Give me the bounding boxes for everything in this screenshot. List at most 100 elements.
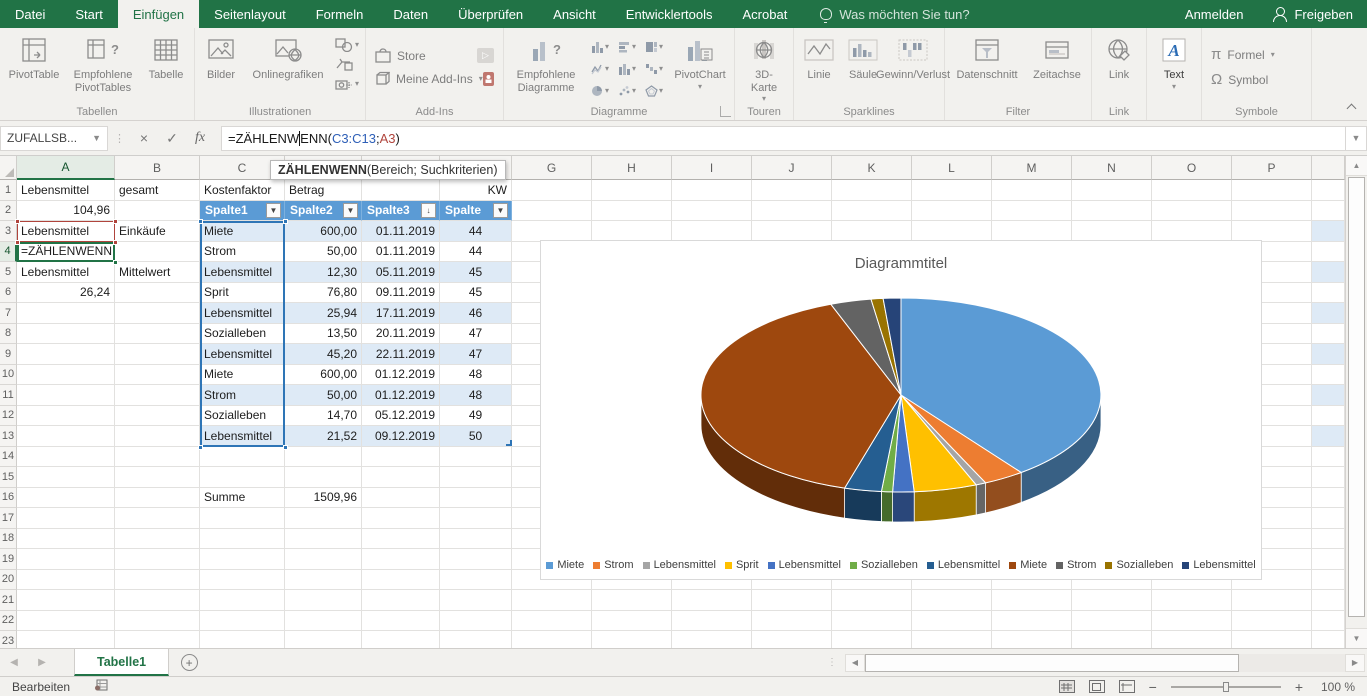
hierarchy-chart-icon[interactable]: ▾ <box>641 36 667 57</box>
cell-A7[interactable] <box>17 303 115 324</box>
row-header-1[interactable]: 1 <box>0 180 17 201</box>
store-button[interactable]: Store <box>375 48 426 63</box>
cell-H1[interactable] <box>592 180 672 201</box>
cell-E23[interactable] <box>362 631 440 648</box>
cell-O22[interactable] <box>1152 611 1232 632</box>
screenshot-button[interactable]: ▾ <box>335 74 359 93</box>
cell-C6[interactable]: Sprit <box>200 283 285 304</box>
legend-item[interactable]: Sozialleben <box>850 559 918 571</box>
cell-A14[interactable] <box>17 447 115 468</box>
sheet-tab-tabelle1[interactable]: Tabelle1 <box>74 649 169 676</box>
cell-E18[interactable] <box>362 529 440 550</box>
legend-item[interactable]: Lebensmittel <box>768 559 841 571</box>
combo-chart-icon[interactable]: ▾ <box>587 58 613 79</box>
column-header-N[interactable]: N <box>1072 156 1152 180</box>
table-button[interactable]: Tabelle <box>141 31 191 82</box>
cell-E15[interactable] <box>362 467 440 488</box>
insert-function-button[interactable]: fx <box>187 126 213 151</box>
formula-input[interactable]: =ZÄHLENWENN(C3:C13;A3) <box>221 126 1345 151</box>
ribbon-tab-ueberpruefen[interactable]: Überprüfen <box>443 0 538 28</box>
cell-K3[interactable] <box>832 221 912 242</box>
row-header-17[interactable]: 17 <box>0 508 17 529</box>
cell-D9[interactable]: 45,20 <box>285 344 362 365</box>
cell-I1[interactable] <box>672 180 752 201</box>
cell-C13[interactable]: Lebensmittel <box>200 426 285 447</box>
tell-me-box[interactable]: Was möchten Sie tun? <box>820 0 969 28</box>
my-addins-button[interactable]: Meine Add-Ins▾ <box>375 71 483 86</box>
ribbon-tab-einfuegen[interactable]: Einfügen <box>118 0 199 28</box>
cell-I23[interactable] <box>672 631 752 648</box>
cell-H3[interactable] <box>592 221 672 242</box>
cell-M3[interactable] <box>992 221 1072 242</box>
ribbon-tab-formeln[interactable]: Formeln <box>301 0 379 28</box>
cell-E1[interactable] <box>362 180 440 201</box>
cell-P1[interactable] <box>1232 180 1312 201</box>
cell-D16[interactable]: 1509,96 <box>285 488 362 509</box>
cell-C4[interactable]: Strom <box>200 242 285 263</box>
cell-D14[interactable] <box>285 447 362 468</box>
zoom-in-button[interactable]: + <box>1295 679 1303 695</box>
row-header-18[interactable]: 18 <box>0 529 17 550</box>
cell-D3[interactable]: 600,00 <box>285 221 362 242</box>
cell-P3[interactable] <box>1232 221 1312 242</box>
row-header-11[interactable]: 11 <box>0 385 17 406</box>
cell-A15[interactable] <box>17 467 115 488</box>
cell-B20[interactable] <box>115 570 200 591</box>
cell-K2[interactable] <box>832 201 912 222</box>
cell-E10[interactable]: 01.12.2019 <box>362 365 440 386</box>
cell-F2[interactable]: Spalte▼ <box>440 201 512 222</box>
cell-partial[interactable] <box>1312 426 1345 447</box>
cell-D11[interactable]: 50,00 <box>285 385 362 406</box>
cell-partial[interactable] <box>1312 508 1345 529</box>
cell-F17[interactable] <box>440 508 512 529</box>
cell-L22[interactable] <box>912 611 992 632</box>
scatter-chart-icon[interactable]: ▾ <box>614 80 640 101</box>
column-header-partial[interactable] <box>1312 156 1345 180</box>
cell-A12[interactable] <box>17 406 115 427</box>
cell-D4[interactable]: 50,00 <box>285 242 362 263</box>
legend-item[interactable]: Lebensmittel <box>643 559 716 571</box>
cell-F6[interactable]: 45 <box>440 283 512 304</box>
cell-partial[interactable] <box>1312 488 1345 509</box>
ref-handle[interactable] <box>113 219 118 224</box>
recommended-charts-button[interactable]: ? Empfohlene Diagramme <box>507 31 585 94</box>
collapse-ribbon-icon[interactable] <box>1347 104 1357 114</box>
cell-A18[interactable] <box>17 529 115 550</box>
ribbon-tab-daten[interactable]: Daten <box>378 0 443 28</box>
cell-L2[interactable] <box>912 201 992 222</box>
column-header-I[interactable]: I <box>672 156 752 180</box>
cell-E2[interactable]: Spalte3↓ <box>362 201 440 222</box>
cell-partial[interactable] <box>1312 385 1345 406</box>
cell-partial[interactable] <box>1312 406 1345 427</box>
filter-dropdown-icon[interactable]: ▼ <box>343 203 358 218</box>
cell-D1[interactable]: Betrag <box>285 180 362 201</box>
column-header-M[interactable]: M <box>992 156 1072 180</box>
cell-F20[interactable] <box>440 570 512 591</box>
row-header-23[interactable]: 23 <box>0 631 17 648</box>
cell-C8[interactable]: Sozialleben <box>200 324 285 345</box>
cell-J23[interactable] <box>752 631 832 648</box>
cell-N3[interactable] <box>1072 221 1152 242</box>
cell-partial[interactable] <box>1312 590 1345 611</box>
cell-C11[interactable]: Strom <box>200 385 285 406</box>
cell-partial[interactable] <box>1312 324 1345 345</box>
cell-L1[interactable] <box>912 180 992 201</box>
cell-B7[interactable] <box>115 303 200 324</box>
cell-H23[interactable] <box>592 631 672 648</box>
row-header-20[interactable]: 20 <box>0 570 17 591</box>
cell-D20[interactable] <box>285 570 362 591</box>
cell-F3[interactable]: 44 <box>440 221 512 242</box>
cell-B9[interactable] <box>115 344 200 365</box>
cell-D2[interactable]: Spalte2▼ <box>285 201 362 222</box>
cell-C14[interactable] <box>200 447 285 468</box>
cell-E9[interactable]: 22.11.2019 <box>362 344 440 365</box>
pie-chart[interactable] <box>541 265 1261 555</box>
pictures-button[interactable]: Bilder <box>198 31 244 82</box>
cell-L21[interactable] <box>912 590 992 611</box>
sparkline-winloss-button[interactable]: Gewinn/Verlust <box>885 31 941 82</box>
cell-H2[interactable] <box>592 201 672 222</box>
cell-D15[interactable] <box>285 467 362 488</box>
row-header-12[interactable]: 12 <box>0 406 17 427</box>
row-header-21[interactable]: 21 <box>0 590 17 611</box>
cell-A1[interactable]: Lebensmittel <box>17 180 115 201</box>
